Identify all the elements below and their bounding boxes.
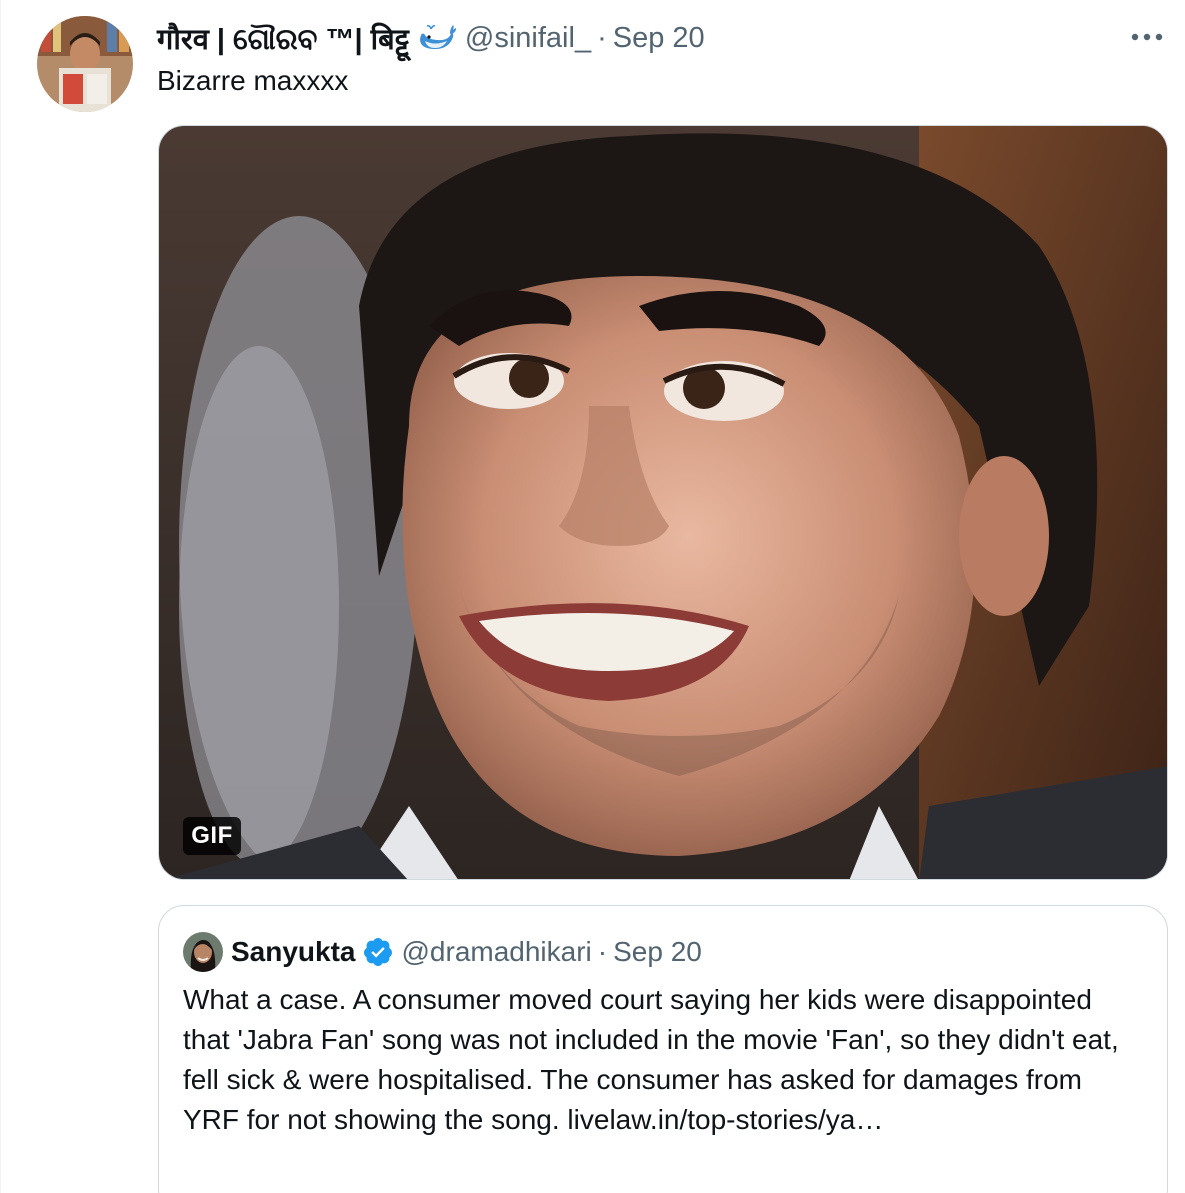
- quoted-tweet[interactable]: Sanyukta @dramadhikari · Sep 20 What a c…: [158, 905, 1168, 1193]
- tweet-page: गौरव | ଗୌରବ ™| बिट्टू @sinifail_ · Sep 2…: [0, 0, 1185, 1193]
- author-avatar-image: [37, 16, 133, 112]
- author-avatar[interactable]: [37, 16, 133, 112]
- more-options-button[interactable]: [1129, 22, 1165, 52]
- quoted-tweet-text: What a case. A consumer moved court sayi…: [183, 984, 1119, 1135]
- quoted-author-handle[interactable]: @dramadhikari: [402, 936, 592, 968]
- tweet-text: Bizarre maxxxx: [157, 65, 349, 96]
- quoted-author-avatar[interactable]: [183, 932, 223, 972]
- tweet-timestamp[interactable]: Sep 20: [613, 22, 705, 55]
- quoted-tweet-timestamp[interactable]: Sep 20: [613, 936, 702, 968]
- quoted-author-display-name[interactable]: Sanyukta: [231, 936, 356, 968]
- gif-badge: GIF: [183, 817, 241, 855]
- tweet-header: गौरव | ଗୌରବ ™| बिट्टू @sinifail_ · Sep 2…: [157, 18, 705, 58]
- header-separator: ·: [597, 21, 607, 54]
- whale-emoji-icon: [417, 23, 457, 53]
- verified-badge-icon: [362, 936, 394, 968]
- gif-media[interactable]: GIF: [158, 125, 1168, 880]
- author-display-name[interactable]: गौरव | ଗୌରବ ™| बिट्टू: [157, 19, 409, 58]
- quoted-author-avatar-image: [183, 932, 223, 972]
- more-options-icon: [1131, 33, 1163, 41]
- gif-frame-image: [159, 126, 1167, 879]
- quoted-tweet-header: Sanyukta @dramadhikari · Sep 20: [231, 934, 702, 970]
- quoted-header-separator: ·: [597, 936, 608, 967]
- author-handle[interactable]: @sinifail_: [465, 22, 591, 55]
